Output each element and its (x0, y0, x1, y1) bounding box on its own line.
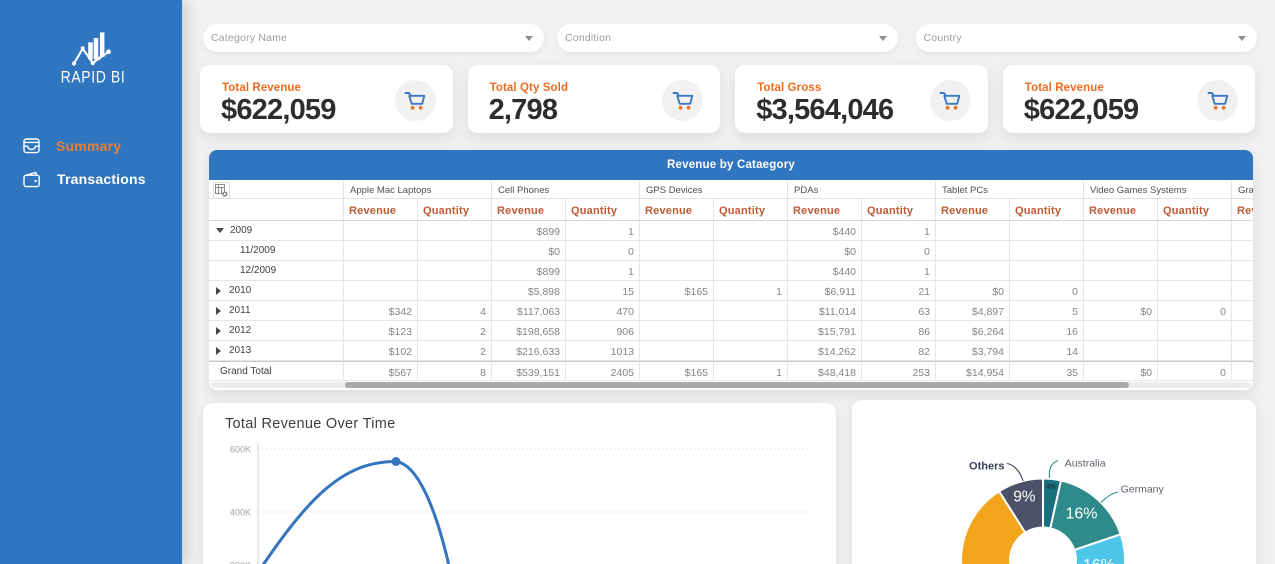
svg-text:Others: Others (969, 461, 1004, 473)
svg-text:4%: 4% (1046, 484, 1056, 491)
svg-text:16%: 16% (1065, 506, 1097, 523)
svg-text:600K: 600K (230, 445, 251, 455)
svg-text:16%: 16% (1083, 557, 1115, 564)
svg-text:Australia: Australia (1065, 458, 1106, 470)
svg-text:Germany: Germany (1121, 484, 1165, 496)
svg-text:400K: 400K (230, 508, 251, 518)
svg-text:200K: 200K (230, 561, 251, 564)
svg-text:9%: 9% (1013, 489, 1036, 506)
